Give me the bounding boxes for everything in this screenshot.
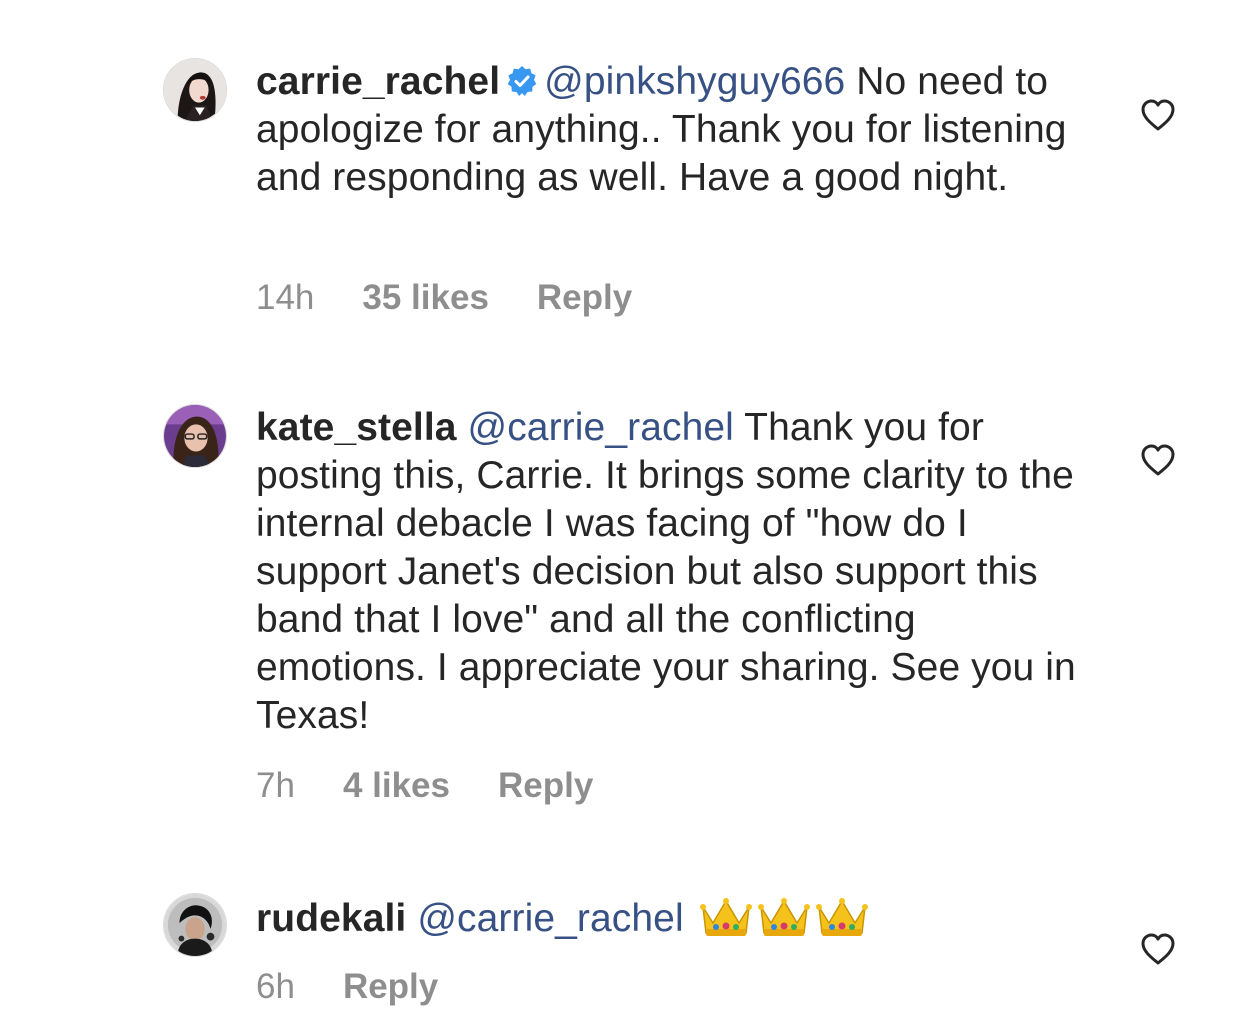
- comment-text: carrie_rachel @pinkshyguy666 No need to …: [256, 58, 1086, 202]
- reply-button[interactable]: Reply: [498, 766, 593, 806]
- user-avatar[interactable]: [163, 404, 227, 468]
- verified-badge-icon: [507, 66, 537, 96]
- crown-emoji-icon: [699, 898, 752, 936]
- comment-meta: 6h Reply: [256, 967, 486, 1007]
- comment-username[interactable]: kate_stella: [256, 406, 457, 449]
- comment-text: rudekali @carrie_rachel: [256, 893, 1086, 943]
- comment-message: Thank you for posting this, Carrie. It b…: [256, 406, 1076, 737]
- comment-mention[interactable]: @carrie_rachel: [417, 897, 683, 940]
- comment-likes[interactable]: 4 likes: [343, 766, 450, 806]
- comment-time[interactable]: 14h: [256, 278, 314, 318]
- user-avatar[interactable]: [163, 893, 227, 957]
- reply-button[interactable]: Reply: [343, 967, 438, 1007]
- heart-outline-icon[interactable]: [1140, 932, 1176, 966]
- comment-likes[interactable]: 35 likes: [362, 278, 489, 318]
- comment-mention[interactable]: @carrie_rachel: [468, 406, 734, 449]
- heart-outline-icon[interactable]: [1140, 443, 1176, 477]
- reply-button[interactable]: Reply: [537, 278, 632, 318]
- crown-emoji-icon: [815, 898, 868, 936]
- comment-meta: 7h 4 likes Reply: [256, 766, 641, 806]
- heart-outline-icon[interactable]: [1140, 98, 1176, 132]
- comment-username[interactable]: carrie_rachel: [256, 60, 500, 103]
- comment-meta: 14h 35 likes Reply: [256, 278, 680, 318]
- comment-time[interactable]: 6h: [256, 967, 295, 1007]
- comment-username[interactable]: rudekali: [256, 897, 406, 940]
- comment-mention[interactable]: @pinkshyguy666: [544, 60, 845, 103]
- comment-time[interactable]: 7h: [256, 766, 295, 806]
- crown-emoji-icon: [757, 898, 810, 936]
- user-avatar[interactable]: [163, 58, 227, 122]
- comment-text: kate_stella @carrie_rachel Thank you for…: [256, 404, 1086, 740]
